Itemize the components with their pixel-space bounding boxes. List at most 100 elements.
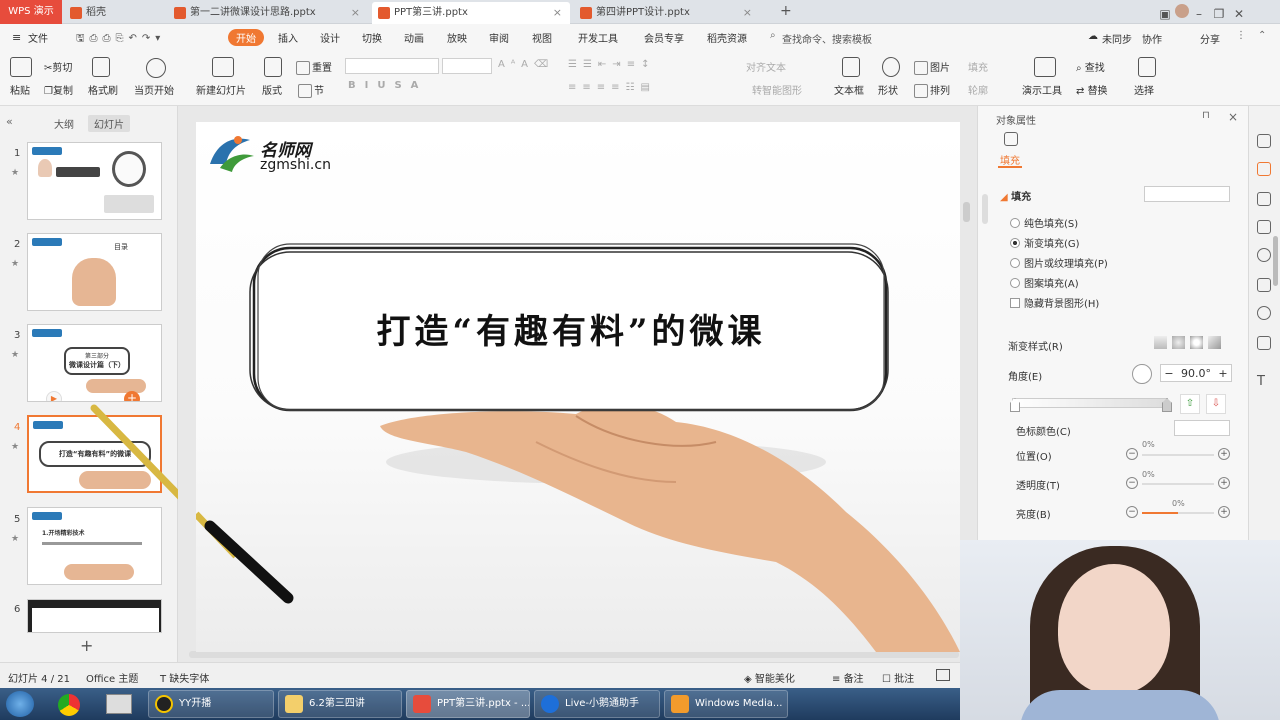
- menu-slideshow[interactable]: 放映: [447, 30, 467, 45]
- menu-transition[interactable]: 切换: [362, 30, 382, 45]
- play-from-current-icon[interactable]: [146, 58, 166, 78]
- fill-preview-dropdown[interactable]: [1144, 186, 1230, 202]
- reset-button[interactable]: 重置: [296, 59, 332, 75]
- font-size-tools[interactable]: AᴬA⌫: [498, 59, 554, 70]
- close-icon[interactable]: ×: [553, 2, 562, 23]
- format-painter-button[interactable]: 格式刷: [88, 82, 118, 97]
- textbox-button[interactable]: 文本框: [834, 82, 864, 97]
- angle-stepper[interactable]: − 90.0° +: [1160, 364, 1232, 382]
- section-button[interactable]: 节: [298, 82, 324, 98]
- font-style-buttons[interactable]: BIUSA: [348, 80, 427, 91]
- present-tools-button[interactable]: 演示工具: [1022, 82, 1062, 97]
- option-pattern-fill[interactable]: 图案填充(A): [1010, 275, 1079, 290]
- layers-icon[interactable]: [1257, 220, 1271, 234]
- brightness-slider[interactable]: [1142, 512, 1214, 514]
- close-window-icon[interactable]: ✕: [1229, 7, 1249, 21]
- current-slide[interactable]: 名师网 zgmshi.cn 打造“有趣有料”的微课: [196, 122, 960, 652]
- option-solid-fill[interactable]: 纯色填充(S): [1010, 215, 1078, 230]
- new-tab-button[interactable]: +: [780, 3, 792, 19]
- tab-fill[interactable]: 填充: [1000, 152, 1020, 167]
- radio-button[interactable]: [1010, 258, 1020, 268]
- menu-member[interactable]: 会员专享: [644, 30, 684, 45]
- paragraph-list-buttons[interactable]: ☰☰⇤⇥≡↕: [568, 59, 655, 70]
- close-icon[interactable]: ×: [351, 2, 360, 23]
- copy-button[interactable]: ❐复制: [44, 82, 73, 97]
- increment-icon[interactable]: +: [1218, 477, 1230, 489]
- share-button[interactable]: 分享: [1200, 31, 1220, 46]
- tab-doc-1[interactable]: 第一二讲微课设计思路.pptx ×: [168, 2, 368, 24]
- vertical-scrollbar[interactable]: [963, 202, 970, 222]
- pin-icon[interactable]: [1257, 192, 1271, 206]
- layout-icon[interactable]: ▣: [1155, 7, 1175, 21]
- angle-value[interactable]: 90.0°: [1177, 367, 1215, 380]
- stop-color-dropdown[interactable]: [1174, 420, 1230, 436]
- select-icon[interactable]: [1138, 57, 1156, 77]
- decrement-icon[interactable]: −: [1161, 367, 1177, 380]
- hamburger-icon[interactable]: ≡: [12, 31, 21, 44]
- taskbar-item-folder[interactable]: 6.2第三四讲: [278, 690, 402, 718]
- decrement-icon[interactable]: −: [1126, 506, 1138, 518]
- layout-icon[interactable]: [264, 57, 282, 77]
- command-search[interactable]: 查找命令、搜索模板: [782, 31, 872, 46]
- add-stop-icon[interactable]: ⇧: [1180, 394, 1200, 414]
- sync-status[interactable]: 未同步: [1102, 31, 1132, 46]
- menu-view[interactable]: 视图: [532, 30, 552, 45]
- find-button[interactable]: ⌕ 查找: [1076, 59, 1105, 74]
- remove-stop-icon[interactable]: ⇩: [1206, 394, 1226, 414]
- hide-background-checkbox[interactable]: 隐藏背景图形(H): [1010, 295, 1099, 310]
- textbox-icon[interactable]: [842, 57, 860, 77]
- font-name-select[interactable]: [345, 58, 439, 74]
- outline-button[interactable]: 轮廓: [968, 82, 988, 97]
- computer-icon[interactable]: [106, 694, 132, 714]
- tab-doc-2[interactable]: PPT第三讲.pptx ×: [372, 2, 570, 24]
- menu-docer-resources[interactable]: 稻壳资源: [707, 30, 747, 45]
- menu-file[interactable]: 文件: [28, 30, 48, 45]
- taskbar-item-live[interactable]: Live-小鹅通助手: [534, 690, 660, 718]
- taskbar-item-media[interactable]: Windows Media...: [664, 690, 788, 718]
- restore-icon[interactable]: ❐: [1209, 7, 1229, 21]
- notes-button[interactable]: ≡ 备注: [832, 670, 864, 685]
- fill-bucket-icon[interactable]: [1004, 132, 1018, 146]
- quick-access-icons[interactable]: 🖫⎙⎙⎘↶↷▾: [76, 31, 186, 48]
- more-icon[interactable]: ⋮: [1236, 30, 1246, 41]
- option-picture-fill[interactable]: 图片或纹理填充(P): [1010, 255, 1108, 270]
- chrome-icon[interactable]: [58, 694, 80, 716]
- shape-button[interactable]: 形状: [878, 82, 898, 97]
- location-icon[interactable]: [1257, 306, 1271, 320]
- font-size-select[interactable]: [442, 58, 492, 74]
- menu-developer[interactable]: 开发工具: [578, 30, 618, 45]
- beautify-button[interactable]: ◈ 智能美化: [744, 670, 795, 685]
- collab-button[interactable]: 协作: [1142, 31, 1162, 46]
- taskbar-item-wps[interactable]: PPT第三讲.pptx - ...: [406, 690, 530, 718]
- horizontal-scrollbar[interactable]: [189, 651, 959, 658]
- comments-button[interactable]: ☐ 批注: [882, 670, 914, 685]
- menu-animation[interactable]: 动画: [404, 30, 424, 45]
- decrement-icon[interactable]: −: [1126, 477, 1138, 489]
- strip-scrollbar[interactable]: [1273, 236, 1278, 286]
- help-icon[interactable]: [1257, 248, 1271, 262]
- radio-button[interactable]: [1010, 238, 1020, 248]
- properties-icon[interactable]: [1257, 162, 1271, 176]
- fill-button[interactable]: 填充: [968, 59, 988, 74]
- increment-icon[interactable]: +: [1218, 506, 1230, 518]
- fill-section-header[interactable]: ◢ 填充: [1000, 188, 1031, 203]
- tab-docer[interactable]: 稻壳: [64, 2, 164, 24]
- paste-button[interactable]: 粘贴: [10, 82, 30, 97]
- pin-icon[interactable]: ⊓: [1202, 110, 1210, 121]
- avatar[interactable]: [1175, 4, 1189, 18]
- text-icon[interactable]: T: [1257, 374, 1271, 389]
- align-text-button[interactable]: 对齐文本: [746, 59, 786, 74]
- shape-icon[interactable]: [882, 57, 900, 77]
- paste-icon[interactable]: [10, 57, 32, 77]
- gradient-style-buttons[interactable]: [1154, 336, 1230, 350]
- wps-logo[interactable]: WPS 演示: [0, 0, 62, 24]
- cut-button[interactable]: ✂剪切: [44, 59, 72, 74]
- normal-view-icon[interactable]: [936, 669, 950, 681]
- menu-design[interactable]: 设计: [320, 30, 340, 45]
- to-smartart-button[interactable]: 转智能图形: [752, 82, 802, 97]
- image-icon[interactable]: [1257, 278, 1271, 292]
- position-slider[interactable]: [1142, 454, 1214, 456]
- transparency-slider[interactable]: [1142, 483, 1214, 485]
- checkbox[interactable]: [1010, 298, 1020, 308]
- menu-review[interactable]: 审阅: [489, 30, 509, 45]
